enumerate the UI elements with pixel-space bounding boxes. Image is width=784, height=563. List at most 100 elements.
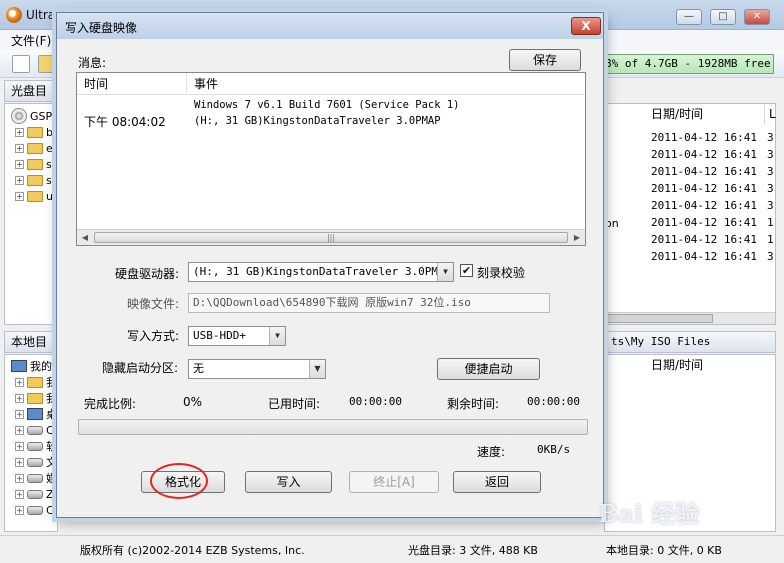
open-folder-icon[interactable] bbox=[38, 55, 56, 73]
expand-icon[interactable]: + bbox=[15, 127, 24, 137]
scroll-thumb[interactable] bbox=[605, 314, 713, 323]
tree-item[interactable]: + 娱 bbox=[15, 470, 57, 486]
tree-item-label: e bbox=[46, 141, 53, 155]
file-date: 2011-04-12 16:41 bbox=[651, 233, 757, 246]
tree-item[interactable]: + Z bbox=[15, 486, 54, 502]
progress-label: 完成比例: bbox=[84, 397, 137, 411]
expand-icon[interactable]: + bbox=[15, 441, 24, 451]
tree-item[interactable]: + 软 bbox=[15, 438, 57, 454]
tree-item[interactable]: + b bbox=[15, 124, 53, 140]
file-size: 3 bbox=[767, 182, 774, 195]
tree-item[interactable]: + C bbox=[15, 422, 54, 438]
expand-icon[interactable]: + bbox=[15, 409, 24, 419]
folder-icon bbox=[27, 392, 43, 404]
expand-icon[interactable]: + bbox=[15, 505, 24, 515]
tree-item[interactable]: + 我 bbox=[15, 374, 57, 390]
verify-checkbox[interactable]: ✔ bbox=[460, 264, 473, 277]
column-header-size[interactable]: L bbox=[763, 104, 777, 124]
folder-icon bbox=[27, 376, 43, 388]
folder-icon bbox=[27, 158, 43, 170]
file-date: 2011-04-12 16:41 bbox=[651, 131, 757, 144]
local-path-bar: ts\My ISO Files bbox=[604, 331, 776, 353]
scroll-left-icon[interactable]: ◀ bbox=[77, 230, 93, 246]
column-header-date[interactable]: 日期/时间 bbox=[645, 355, 775, 375]
drive-icon bbox=[27, 457, 43, 467]
tree-item[interactable]: + 桌 bbox=[15, 406, 57, 422]
expand-icon[interactable]: + bbox=[15, 377, 24, 387]
column-header-date[interactable]: 日期/时间 bbox=[645, 104, 765, 124]
close-icon[interactable]: ✕ bbox=[744, 9, 770, 25]
tree-item[interactable]: + u bbox=[15, 188, 53, 204]
scroll-right-icon[interactable]: ▶ bbox=[569, 230, 585, 246]
elapsed-value: 00:00:00 bbox=[349, 395, 402, 408]
capacity-bar: 8% of 4.7GB - 1928MB free bbox=[598, 54, 774, 74]
folder-icon bbox=[27, 126, 43, 138]
status-iso-info: 光盘目录: 3 文件, 488 KB bbox=[408, 544, 538, 557]
tree-item-label: C bbox=[46, 423, 54, 437]
tree-item[interactable]: + 文 bbox=[15, 454, 57, 470]
file-size: 3 bbox=[767, 148, 774, 161]
drive-select[interactable]: (H:, 31 GB)KingstonDataTraveler 3.0PMAP … bbox=[188, 262, 454, 282]
close-icon[interactable]: X bbox=[571, 17, 601, 35]
file-list-hscroll[interactable] bbox=[605, 312, 775, 324]
hidden-partition-value: 无 bbox=[193, 362, 204, 375]
hidden-partition-select[interactable]: 无 ▼ bbox=[188, 359, 326, 379]
remaining-value: 00:00:00 bbox=[527, 395, 580, 408]
tree-item-label: GSP1 bbox=[30, 109, 60, 123]
iso-pane-header: 光盘目录 bbox=[4, 80, 58, 118]
write-method-select[interactable]: USB-HDD+ ▼ bbox=[188, 326, 286, 346]
log-header: 时间 事件 bbox=[77, 73, 585, 95]
log-event-line: Windows 7 v6.1 Build 7601 (Service Pack … bbox=[194, 99, 460, 111]
tree-item-label: Z bbox=[46, 487, 54, 501]
back-button[interactable]: 返回 bbox=[453, 471, 541, 493]
file-name-fragment: on bbox=[605, 217, 619, 230]
folder-icon bbox=[27, 142, 43, 154]
iso-tree: GSP1 + b + e + s + s + u bbox=[4, 103, 59, 325]
minimize-icon[interactable]: — bbox=[676, 9, 702, 25]
write-button[interactable]: 写入 bbox=[245, 471, 332, 493]
menu-file[interactable]: 文件(F) bbox=[11, 32, 51, 49]
tree-item[interactable]: + s bbox=[15, 172, 52, 188]
tree-item[interactable]: + C bbox=[15, 502, 54, 518]
write-disk-image-dialog: 写入硬盘映像 X 消息: 保存 时间 事件 下午 08:04:02 Window… bbox=[56, 12, 604, 518]
expand-icon[interactable]: + bbox=[15, 143, 24, 153]
elapsed-label: 已用时间: bbox=[268, 397, 321, 411]
tree-item-root[interactable]: 我的 bbox=[11, 358, 52, 374]
image-file-field[interactable]: D:\QQDownload\654890下载网 原版win7 32位.iso bbox=[188, 293, 550, 313]
hidden-partition-label: 隐藏启动分区: bbox=[102, 361, 179, 375]
column-header-time[interactable]: 时间 bbox=[77, 73, 187, 95]
new-file-icon[interactable] bbox=[12, 55, 30, 73]
expand-icon[interactable]: + bbox=[15, 159, 24, 169]
log-hscroll[interactable]: ◀ ||| ▶ bbox=[77, 229, 585, 245]
tree-item-root[interactable]: GSP1 bbox=[11, 108, 59, 124]
expand-icon[interactable]: + bbox=[15, 425, 24, 435]
expand-icon[interactable]: + bbox=[15, 175, 24, 185]
image-file-label: 映像文件: bbox=[127, 297, 180, 311]
chevron-down-icon[interactable]: ▼ bbox=[437, 263, 453, 281]
quick-boot-button[interactable]: 便捷启动 bbox=[437, 358, 540, 380]
file-date: 2011-04-12 16:41 bbox=[651, 199, 757, 212]
chevron-down-icon[interactable]: ▼ bbox=[309, 360, 325, 378]
log-event-line: (H:, 31 GB)KingstonDataTraveler 3.0PMAP bbox=[194, 115, 441, 127]
file-size: 3 bbox=[767, 131, 774, 144]
format-button[interactable]: 格式化 bbox=[141, 471, 225, 493]
expand-icon[interactable]: + bbox=[15, 191, 24, 201]
tree-item[interactable]: + 我 bbox=[15, 390, 57, 406]
tree-item[interactable]: + e bbox=[15, 140, 53, 156]
log-time: 下午 08:04:02 bbox=[84, 115, 166, 129]
file-size: 3 bbox=[767, 165, 774, 178]
maximize-icon[interactable]: □ bbox=[710, 9, 736, 25]
tree-item[interactable]: + s bbox=[15, 156, 52, 172]
scroll-thumb[interactable]: ||| bbox=[94, 232, 568, 243]
main-window-title: Ultra bbox=[26, 8, 56, 22]
expand-icon[interactable]: + bbox=[15, 393, 24, 403]
expand-icon[interactable]: + bbox=[15, 457, 24, 467]
chevron-down-icon[interactable]: ▼ bbox=[269, 327, 285, 345]
column-header-event[interactable]: 事件 bbox=[187, 73, 585, 95]
expand-icon[interactable]: + bbox=[15, 473, 24, 483]
save-button[interactable]: 保存 bbox=[509, 49, 581, 71]
file-size: 1 bbox=[767, 216, 774, 229]
expand-icon[interactable]: + bbox=[15, 489, 24, 499]
file-date: 2011-04-12 16:41 bbox=[651, 182, 757, 195]
drive-label: 硬盘驱动器: bbox=[115, 267, 180, 281]
